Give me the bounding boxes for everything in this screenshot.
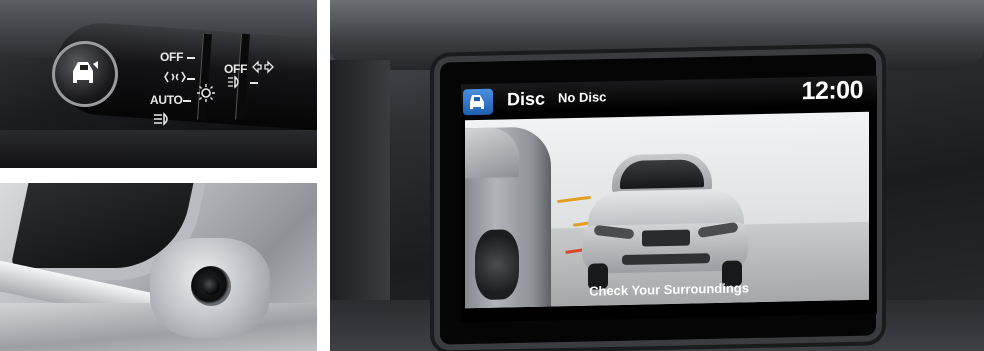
audio-source-button[interactable] — [463, 88, 493, 116]
tick-mark — [250, 82, 258, 84]
lower-dash-surface — [0, 130, 317, 168]
off-side-label: OFF — [224, 62, 248, 76]
parking-lights-icon — [164, 71, 186, 83]
approaching-vehicle — [582, 152, 752, 291]
turn-signal-stalk-photo: OFF AUTO OFF — [0, 0, 317, 168]
tick-mark — [187, 57, 195, 59]
high-beam-icon — [228, 75, 239, 89]
fog-light-icon — [154, 112, 168, 126]
mirror-camera-photo — [0, 183, 317, 351]
lanewatch-car-icon — [73, 61, 98, 83]
headlight-icon — [197, 84, 215, 102]
lanewatch-source-icon — [470, 94, 484, 110]
tick-mark — [187, 78, 195, 80]
infotainment-screen: Disc No Disc 12:00 Check Your Surroundin… — [461, 75, 877, 323]
tick-mark — [183, 100, 191, 102]
turn-signal-arrows-icon — [252, 60, 274, 74]
auto-label: AUTO — [150, 93, 183, 107]
camera-lens — [202, 277, 220, 295]
disc-status: No Disc — [558, 89, 607, 106]
navigation-display-photo: Disc No Disc 12:00 Check Your Surroundin… — [330, 0, 984, 351]
off-label: OFF — [160, 50, 184, 64]
audio-source-label: Disc — [507, 88, 546, 110]
clock: 12:00 — [801, 75, 863, 106]
